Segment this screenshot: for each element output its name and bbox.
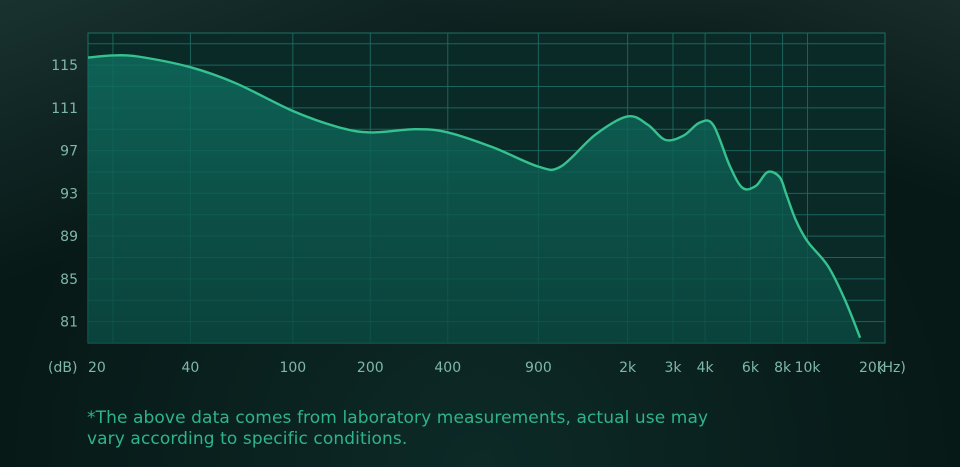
y-tick-label: 111 bbox=[51, 101, 78, 117]
footnote: *The above data comes from laboratory me… bbox=[87, 408, 709, 449]
x-tick-label: 200 bbox=[357, 360, 384, 376]
y-tick-label: 85 bbox=[60, 272, 78, 288]
y-tick-label: 81 bbox=[60, 315, 78, 331]
y-tick-label: 115 bbox=[51, 58, 78, 74]
x-tick-label: 3k bbox=[664, 360, 682, 376]
x-tick-label: 10k bbox=[795, 360, 822, 376]
y-axis-ticks: 115 111 97 93 89 85 81 bbox=[51, 58, 78, 331]
x-tick-label: 20 bbox=[88, 360, 106, 376]
y-axis-label: (dB) bbox=[48, 360, 77, 376]
y-tick-label: 97 bbox=[60, 144, 78, 160]
x-tick-label: 4k bbox=[697, 360, 715, 376]
x-tick-label: 900 bbox=[525, 360, 552, 376]
x-tick-label: 40 bbox=[181, 360, 199, 376]
x-tick-label: 6k bbox=[742, 360, 760, 376]
chart-canvas: 115 111 97 93 89 85 81 20 40 100 200 400 900 2k 3k 4k 6… bbox=[48, 32, 906, 376]
x-tick-label: 400 bbox=[434, 360, 461, 376]
frequency-response-chart: 115 111 97 93 89 85 81 20 40 100 200 400 900 2k 3k 4k 6… bbox=[0, 0, 960, 467]
x-tick-label: 2k bbox=[619, 360, 637, 376]
x-tick-label: 100 bbox=[279, 360, 306, 376]
x-tick-label: 8k bbox=[774, 360, 792, 376]
y-tick-label: 89 bbox=[60, 229, 78, 245]
x-axis-unit-label: (Hz) bbox=[877, 360, 906, 376]
y-tick-label: 93 bbox=[60, 186, 78, 202]
x-axis-ticks: 20 40 100 200 400 900 2k 3k 4k 6k 8k 10k 20k bbox=[88, 360, 886, 376]
